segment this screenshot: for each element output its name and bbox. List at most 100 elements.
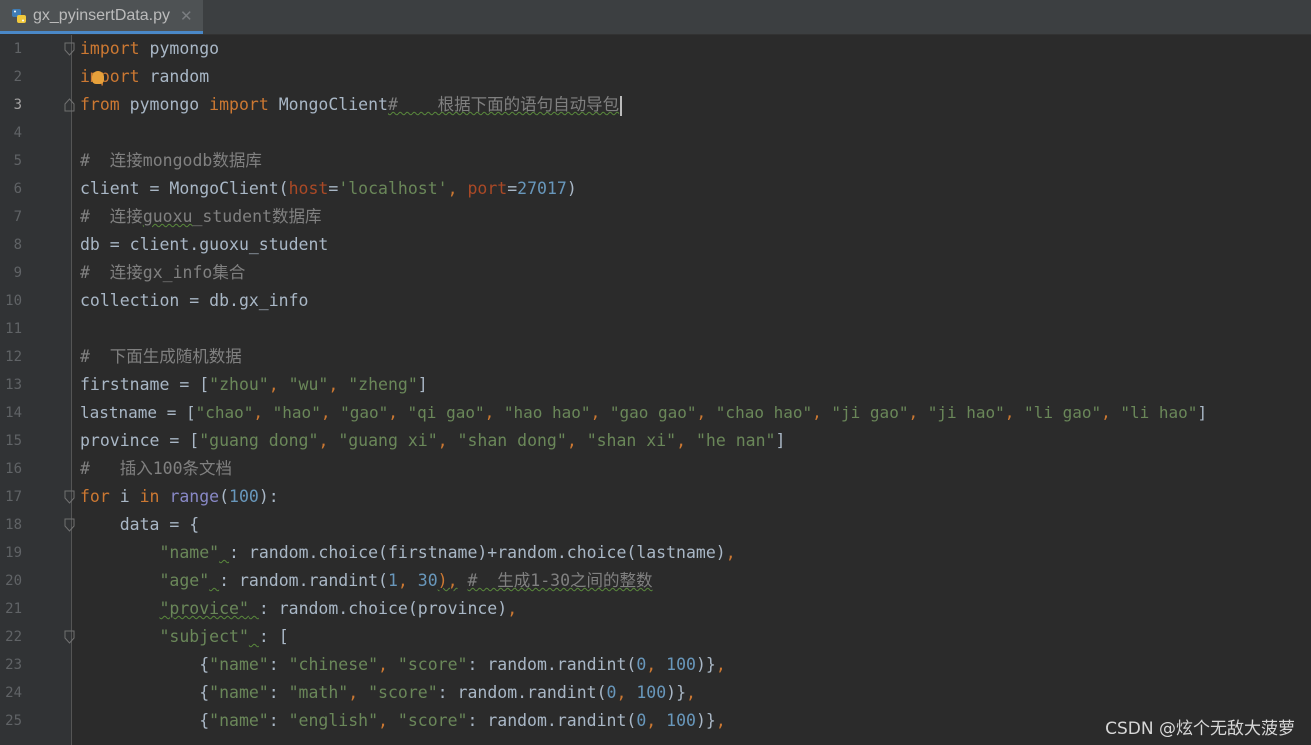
code-token: "name" [159,543,220,562]
code-token: , [1004,403,1025,422]
fold-icon[interactable] [64,42,75,56]
code-token: , [378,711,398,730]
code-token: ] [1197,403,1208,422]
code-comment: # 下面生成随机数据 [80,347,242,366]
code-token: "name" [209,683,269,702]
code-token: , [590,403,610,422]
code-comment: # 根据下面的语句自动导包 [387,95,620,114]
file-tab[interactable]: gx_pyinsertData.py ✕ [0,0,203,34]
fold-icon[interactable] [64,98,75,112]
code-token: ) [566,179,577,198]
code-token: import [80,39,140,58]
code-token: , [268,375,289,394]
line-number: 16 [5,461,22,477]
code-token: , [378,655,398,674]
code-editor[interactable]: 1 import pymongo 2 import random 3 from … [0,35,1311,745]
code-token: ), [437,571,458,590]
code-token: ( [219,487,230,506]
code-comment: # 生成1-30之间的整数 [467,571,653,590]
code-token: "score" [368,683,438,702]
code-token: "score" [397,655,468,674]
code-token: = [328,179,339,198]
line-number: 6 [13,181,22,197]
code-token: "math" [288,683,349,702]
code-token: random [139,67,210,86]
code-token: 'localhost' [338,179,448,198]
code-comment: # 插入100条文档 [80,459,233,478]
code-line: 2 import random [0,63,1311,91]
code-token: 100 [636,683,667,702]
line-number: 2 [13,69,22,85]
code-line: 4 [0,119,1311,147]
code-line: 20 "age" : random.randint(1, 30), # 生成1-… [0,567,1311,595]
code-token: pymongo [139,39,220,58]
code-token: "guang xi" [338,431,438,450]
code-token: port [467,179,508,198]
line-number: 22 [5,629,22,645]
code-token: "provice" [159,599,249,618]
code-token: import [209,95,269,114]
code-token: , [715,711,726,730]
fold-icon[interactable] [64,630,75,644]
code-token: "guang dong" [199,431,319,450]
code-line: 10 collection = db.gx_info [0,287,1311,315]
code-token: : random.randint( [467,711,637,730]
code-token: firstname = [ [80,375,210,394]
code-token: : [ [258,627,289,646]
line-number: 9 [13,265,22,281]
code-token: "li hao" [1120,403,1198,422]
code-token: , [616,683,637,702]
close-tab-icon[interactable]: ✕ [180,7,193,25]
code-token: = [507,179,518,198]
code-line: 8 db = client.guoxu_student [0,231,1311,259]
fold-icon[interactable] [64,518,75,532]
code-token: { [80,655,210,674]
code-token: "gao gao" [609,403,697,422]
line-number: 5 [13,153,22,169]
code-token: i [109,487,140,506]
code-token: , [566,431,587,450]
line-number: 8 [13,237,22,253]
code-token: data = { [80,515,200,534]
code-line: 5 # 连接mongodb数据库 [0,147,1311,175]
code-token: , [715,655,726,674]
line-number: 3 [13,97,22,113]
code-token: 30 [417,571,438,590]
code-token: , [676,431,696,450]
code-token: 100 [229,487,259,506]
line-number: 25 [5,713,22,729]
code-line: 12 # 下面生成随机数据 [0,343,1311,371]
code-token: , [447,179,468,198]
line-number: 15 [5,433,22,449]
code-line: 18 data = { [0,511,1311,539]
code-token: "name" [209,655,269,674]
code-line: 23 {"name": "chinese", "score": random.r… [0,651,1311,679]
code-token: , [320,403,341,422]
code-line: 24 {"name": "math", "score": random.rand… [0,679,1311,707]
code-token: : random.randint( [437,683,607,702]
code-line: 16 # 插入100条文档 [0,455,1311,483]
code-token: )} [695,655,716,674]
code-token: 27017 [517,179,567,198]
code-token: "hao" [272,403,321,422]
code-token: "chao hao" [715,403,813,422]
code-token: , [388,403,408,422]
code-token: { [80,683,210,702]
code-token: 100 [666,711,696,730]
code-token: "ji hao" [927,403,1005,422]
code-token: , [437,431,458,450]
text-cursor [620,95,623,116]
code-token: collection = db.gx_info [80,291,309,310]
line-number: 19 [5,545,22,561]
code-line: 13 firstname = ["zhou", "wu", "zheng"] [0,371,1311,399]
fold-icon[interactable] [64,490,75,504]
line-number: 12 [5,349,22,365]
line-number: 1 [13,41,22,57]
code-token: MongoClient [268,95,388,114]
code-line: 19 "name" : random.choice(firstname)+ran… [0,539,1311,567]
lightbulb-icon[interactable] [92,71,104,84]
